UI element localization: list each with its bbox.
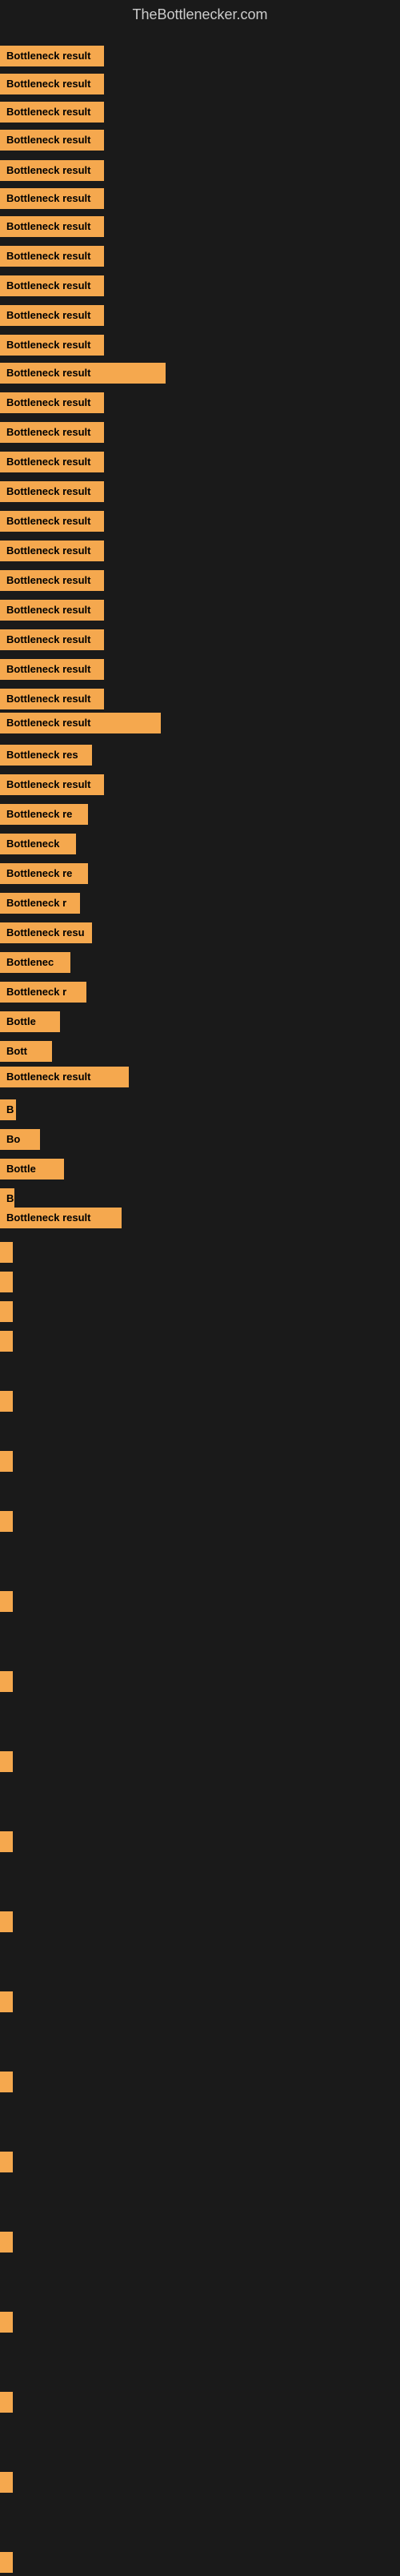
bottleneck-bar: Bottle: [0, 1159, 64, 1179]
bottleneck-bar: Bottleneck result: [0, 541, 104, 561]
bottleneck-bar: [0, 2072, 13, 2092]
bottleneck-bar: [0, 1272, 13, 1292]
bottleneck-bar: Bottleneck result: [0, 600, 104, 621]
bottleneck-bar: Bottleneck result: [0, 188, 104, 209]
bottleneck-bar: Bottleneck re: [0, 863, 88, 884]
bottleneck-bar: Bottleneck res: [0, 745, 92, 766]
bottleneck-bar: Bottleneck result: [0, 335, 104, 356]
bottleneck-bar: Bottleneck result: [0, 481, 104, 502]
bottleneck-bar: Bottleneck r: [0, 982, 86, 1003]
bottleneck-bar: Bottleneck re: [0, 804, 88, 825]
bottleneck-bar: Bottleneck: [0, 834, 76, 854]
bottleneck-bar: Bottleneck result: [0, 160, 104, 181]
bottleneck-bar: [0, 1671, 13, 1692]
bottleneck-bar: [0, 1911, 13, 1932]
bottleneck-bar: Bottleneck result: [0, 216, 104, 237]
bottleneck-bar: Bottleneck result: [0, 102, 104, 123]
bottleneck-bar: [0, 2472, 13, 2493]
bottleneck-bar: Bottleneck result: [0, 713, 161, 733]
bottleneck-bar: Bottleneck result: [0, 363, 166, 384]
bottleneck-bar: [0, 1242, 13, 1263]
bottleneck-bar: [0, 1991, 13, 2012]
bottleneck-bar: Bottlenec: [0, 952, 70, 973]
site-title: TheBottlenecker.com: [0, 0, 400, 30]
bottleneck-bar: Bottleneck result: [0, 130, 104, 151]
bottleneck-bar: Bottleneck result: [0, 629, 104, 650]
bottleneck-bar: [0, 2552, 13, 2573]
bottleneck-bar: Bottleneck result: [0, 1067, 129, 1087]
bottleneck-bar: Bottleneck result: [0, 570, 104, 591]
bottleneck-bar: B: [0, 1188, 14, 1209]
bottleneck-bar: Bottleneck resu: [0, 922, 92, 943]
bottleneck-bar: Bottleneck result: [0, 774, 104, 795]
bottleneck-bar: Bo: [0, 1129, 40, 1150]
bottleneck-bar: Bottleneck r: [0, 893, 80, 914]
bottleneck-bar: Bottleneck result: [0, 452, 104, 472]
bottleneck-bar: Bottleneck result: [0, 422, 104, 443]
bottleneck-bar: [0, 2312, 13, 2333]
bottleneck-bar: Bottleneck result: [0, 305, 104, 326]
bottleneck-bar: Bottleneck result: [0, 275, 104, 296]
bottleneck-bar: Bottleneck result: [0, 46, 104, 66]
bottleneck-bar: Bottle: [0, 1011, 60, 1032]
bottleneck-bar: [0, 2152, 13, 2172]
bottleneck-bar: B: [0, 1099, 16, 1120]
bottleneck-bar: [0, 1451, 13, 1472]
bottleneck-bar: [0, 1831, 13, 1852]
bottleneck-bar: Bottleneck result: [0, 74, 104, 94]
bottleneck-bar: Bottleneck result: [0, 1208, 122, 1228]
bottleneck-bar: Bottleneck result: [0, 392, 104, 413]
bottleneck-bar: [0, 1301, 13, 1322]
bottleneck-bar: [0, 2232, 13, 2252]
bottleneck-bar: [0, 1751, 13, 1772]
bottleneck-bar: [0, 1391, 13, 1412]
bottleneck-bar: Bottleneck result: [0, 659, 104, 680]
bottleneck-bar: [0, 1591, 13, 1612]
bottleneck-bar: [0, 2392, 13, 2413]
bottleneck-bar: [0, 1511, 13, 1532]
bottleneck-bar: Bottleneck result: [0, 246, 104, 267]
bottleneck-bar: Bottleneck result: [0, 689, 104, 709]
bottleneck-bar: [0, 1331, 13, 1352]
bottleneck-bar: Bott: [0, 1041, 52, 1062]
bottleneck-bar: Bottleneck result: [0, 511, 104, 532]
